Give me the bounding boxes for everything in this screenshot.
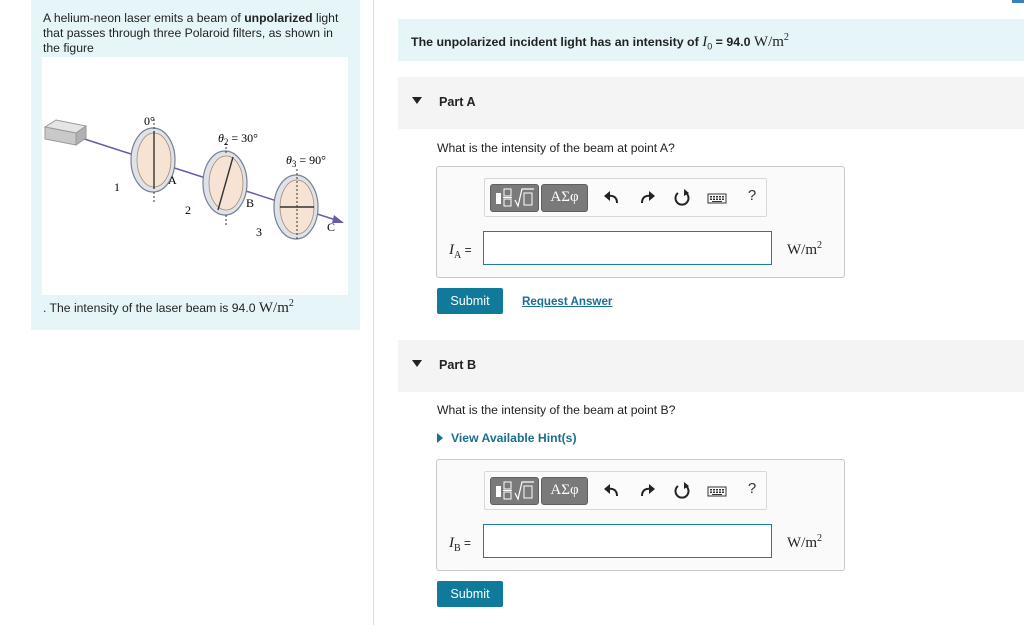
part-a-question: What is the intensity of the beam at poi… <box>437 141 675 155</box>
redo-icon[interactable] <box>637 188 657 208</box>
reset-icon[interactable] <box>672 188 692 208</box>
part-b-header[interactable]: Part B <box>398 340 1024 392</box>
polaroid-filter-1 <box>130 119 176 202</box>
collapse-caret-icon[interactable] <box>412 360 422 367</box>
unit-label: W/m2 <box>787 533 822 552</box>
point-c-label: C <box>327 220 335 234</box>
templates-button[interactable] <box>490 184 539 212</box>
help-icon[interactable]: ? <box>745 187 759 207</box>
polaroid-filter-3 <box>273 169 319 241</box>
corner-marker <box>1012 0 1024 3</box>
filter-1-label: 1 <box>114 180 120 194</box>
given-value: = 94.0 <box>712 35 754 49</box>
redo-icon[interactable] <box>637 481 657 501</box>
polaroid-figure: 0° θ2 = 30° θ3 = 90° 1 A 2 B 3 C <box>42 57 348 295</box>
undo-icon[interactable] <box>602 481 622 501</box>
intensity-note: . The intensity of the laser beam is 94.… <box>43 298 294 317</box>
variable-sub: B <box>454 543 461 554</box>
variable-label: IB = <box>449 534 471 554</box>
templates-button[interactable] <box>490 477 539 505</box>
view-hints-label: View Available Hint(s) <box>451 431 577 445</box>
unit-base: W/m <box>787 242 817 258</box>
expand-triangle-icon <box>437 433 443 443</box>
part-a-answer-box: ΑΣφ ? IA = W/m2 <box>436 166 845 278</box>
collapse-caret-icon[interactable] <box>412 97 422 104</box>
unit-exp: 2 <box>817 533 822 544</box>
intensity-note-unit: W/m2 <box>258 298 294 316</box>
angle-3-label: θ3 = 90° <box>286 153 326 169</box>
polaroid-diagram: 0° θ2 = 30° θ3 = 90° 1 A 2 B 3 C <box>43 114 344 241</box>
keyboard-icon[interactable] <box>707 481 727 501</box>
symbols-button[interactable]: ΑΣφ <box>541 184 588 212</box>
unit-label: W/m2 <box>787 240 822 259</box>
angle-2-label: θ2 = 30° <box>218 131 258 147</box>
undo-icon[interactable] <box>602 188 622 208</box>
part-b-answer-box: ΑΣφ ? IB = W/m2 <box>436 459 845 571</box>
unit-exp: 2 <box>817 240 822 251</box>
intensity-unit-exp: 2 <box>288 298 294 309</box>
part-b-title: Part B <box>439 358 477 372</box>
given-info-bar: The unpolarized incident light has an in… <box>398 19 1024 61</box>
answer-input[interactable] <box>483 524 772 558</box>
angle-1-label: 0° <box>144 114 155 128</box>
problem-text-start: A helium-neon laser emits a beam of <box>43 11 245 25</box>
symbols-label: ΑΣφ <box>550 189 579 205</box>
request-answer-link[interactable]: Request Answer <box>522 295 612 308</box>
symbols-button[interactable]: ΑΣφ <box>541 477 588 505</box>
variable-label: IA = <box>449 241 472 261</box>
submit-button[interactable]: Submit <box>437 288 503 314</box>
view-hints-link[interactable]: View Available Hint(s) <box>437 431 577 445</box>
point-a-label: A <box>168 173 177 187</box>
variable-equals: = <box>461 243 472 257</box>
reset-icon[interactable] <box>672 481 692 501</box>
point-b-label: B <box>246 196 254 210</box>
part-b-question: What is the intensity of the beam at poi… <box>437 403 676 417</box>
math-toolbar: ΑΣφ ? <box>484 178 767 217</box>
symbols-label: ΑΣφ <box>550 482 579 498</box>
variable-equals: = <box>460 536 472 550</box>
given-sentence: The unpolarized incident light has an in… <box>411 35 703 49</box>
angle-2-value: = 30° <box>228 131 258 145</box>
problem-statement: A helium-neon laser emits a beam of unpo… <box>43 11 348 56</box>
given-unit: W/m2 <box>753 32 789 50</box>
given-text: The unpolarized incident light has an in… <box>411 32 789 51</box>
column-divider <box>373 0 374 625</box>
part-a-header[interactable]: Part A <box>398 77 1024 129</box>
polaroid-filter-2 <box>202 143 248 225</box>
answer-input[interactable] <box>483 231 772 265</box>
filter-3-label: 3 <box>256 225 262 239</box>
laser-icon <box>43 119 88 146</box>
intensity-note-text: . The intensity of the laser beam is 94.… <box>43 301 259 315</box>
intensity-unit: W/m <box>258 300 289 316</box>
unit-base: W/m <box>787 535 817 551</box>
given-unit-base: W/m <box>753 34 784 50</box>
keyboard-icon[interactable] <box>707 188 727 208</box>
filter-2-label: 2 <box>185 203 191 217</box>
templates-icon <box>496 188 534 208</box>
math-toolbar: ΑΣφ ? <box>484 471 767 510</box>
problem-text-bold: unpolarized <box>244 11 313 25</box>
problem-panel: A helium-neon laser emits a beam of unpo… <box>31 0 360 330</box>
submit-button[interactable]: Submit <box>437 581 503 607</box>
given-unit-exp: 2 <box>783 32 789 43</box>
templates-icon <box>496 481 534 501</box>
part-a-title: Part A <box>439 95 476 109</box>
help-icon[interactable]: ? <box>745 480 759 500</box>
angle-3-value: = 90° <box>296 153 326 167</box>
